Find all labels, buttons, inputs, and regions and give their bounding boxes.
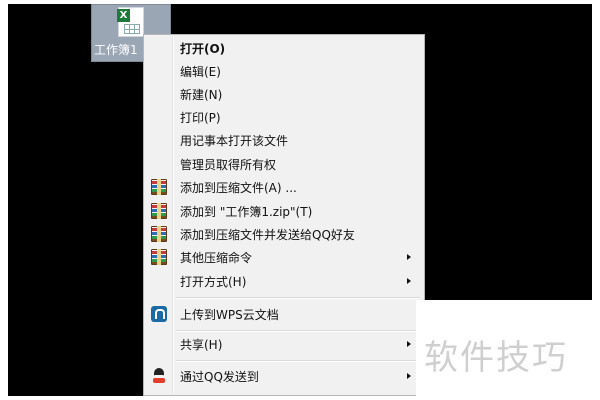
watermark-text: 软件技巧 [424, 338, 568, 378]
submenu-arrow-icon [407, 254, 411, 260]
menu-item-label: 添加到 "工作簿1.zip"(T) [180, 205, 313, 219]
menu-item-send-via-qq[interactable]: 通过QQ发送到 [147, 365, 421, 387]
context-menu: 打开(O) 编辑(E) 新建(N) 打印(P) 用记事本打开该文件 管理员取得所… [143, 34, 425, 396]
file-name-label: 工作簿1 [94, 43, 138, 57]
submenu-arrow-icon [407, 373, 411, 379]
menu-item-label: 打开(O) [180, 42, 226, 56]
winrar-icon [151, 203, 167, 219]
menu-separator [176, 330, 420, 332]
wps-cloud-icon [151, 306, 167, 322]
menu-item-label: 其他压缩命令 [180, 251, 253, 265]
menu-item-label: 新建(N) [180, 88, 223, 102]
menu-item-share[interactable]: 共享(H) [147, 333, 421, 355]
menu-item-label: 用记事本打开该文件 [180, 134, 289, 148]
qq-penguin-icon [151, 368, 167, 384]
menu-item-label: 添加到压缩文件(A) ... [180, 181, 297, 195]
winrar-icon [151, 179, 167, 195]
menu-item-new[interactable]: 新建(N) [147, 83, 421, 105]
menu-item-label: 打印(P) [180, 111, 221, 125]
submenu-arrow-icon [407, 341, 411, 347]
menu-item-label: 共享(H) [180, 338, 223, 352]
menu-item-label: 编辑(E) [180, 65, 221, 79]
menu-separator [176, 297, 420, 299]
menu-item-add-to-zip[interactable]: 添加到 "工作簿1.zip"(T) [147, 200, 421, 222]
menu-item-add-to-archive[interactable]: 添加到压缩文件(A) ... [147, 176, 421, 198]
menu-item-upload-wps-cloud[interactable]: 上传到WPS云文档 [147, 303, 421, 325]
winrar-icon [151, 249, 167, 265]
menu-item-label: 上传到WPS云文档 [180, 308, 279, 322]
menu-separator [176, 360, 420, 362]
winrar-icon [151, 226, 167, 242]
menu-item-other-compress-commands[interactable]: 其他压缩命令 [147, 246, 421, 268]
menu-item-label: 打开方式(H) [180, 275, 247, 289]
menu-item-compress-and-send-qq[interactable]: 添加到压缩文件并发送给QQ好友 [147, 223, 421, 245]
menu-item-open-with-notepad[interactable]: 用记事本打开该文件 [147, 129, 421, 151]
watermark: 软件技巧 [416, 300, 600, 400]
menu-item-print[interactable]: 打印(P) [147, 106, 421, 128]
menu-item-edit[interactable]: 编辑(E) [147, 60, 421, 82]
excel-file-icon: X [117, 7, 144, 37]
menu-item-label: 添加到压缩文件并发送给QQ好友 [180, 228, 355, 242]
menu-item-open[interactable]: 打开(O) [147, 37, 421, 59]
menu-item-label: 管理员取得所有权 [180, 158, 277, 172]
menu-item-label: 通过QQ发送到 [180, 370, 259, 384]
submenu-arrow-icon [407, 278, 411, 284]
menu-item-open-with[interactable]: 打开方式(H) [147, 270, 421, 292]
menu-item-take-ownership[interactable]: 管理员取得所有权 [147, 153, 421, 175]
